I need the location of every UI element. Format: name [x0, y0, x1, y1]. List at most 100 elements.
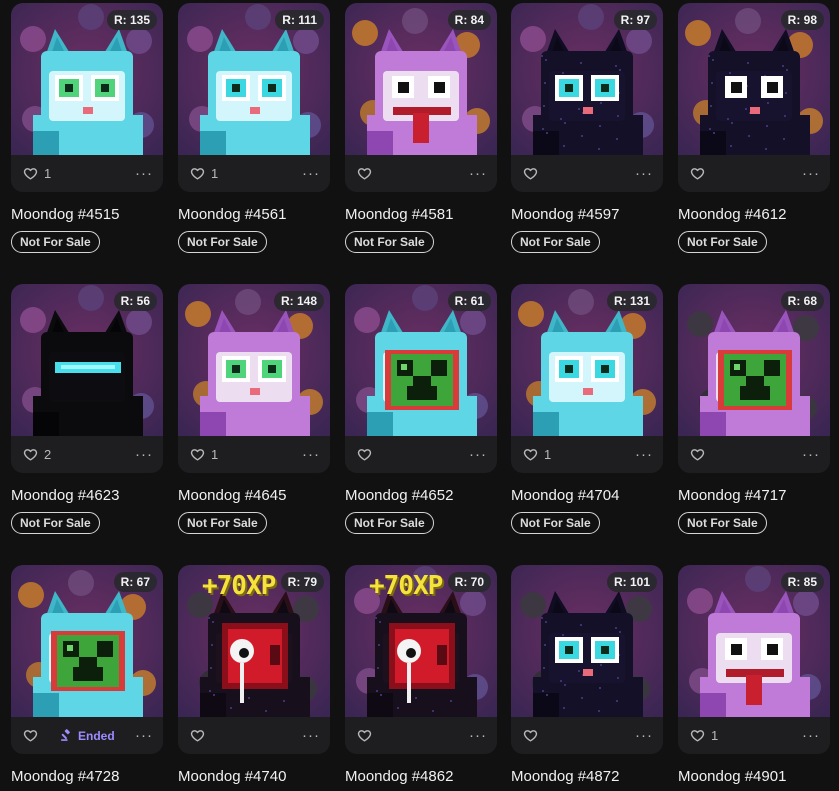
- nft-card[interactable]: R: 61 ··· Moondog #4652 Not For Sale: [345, 284, 497, 534]
- xp-overlay: +70XP: [202, 571, 276, 601]
- more-options-button[interactable]: ···: [469, 166, 487, 181]
- like-count: 1: [711, 728, 719, 743]
- nft-card[interactable]: R: 131 1 ··· Moondog #4704 Not For Sale: [511, 284, 663, 534]
- nft-name[interactable]: Moondog #4612: [678, 206, 830, 223]
- like-count: 2: [44, 447, 52, 462]
- nft-name[interactable]: Moondog #4862: [345, 768, 497, 785]
- rarity-rank-badge: R: 131: [606, 291, 657, 311]
- nft-name[interactable]: Moondog #4652: [345, 487, 497, 504]
- more-options-button[interactable]: ···: [469, 728, 487, 743]
- like-button[interactable]: 1: [190, 166, 218, 181]
- more-options-button[interactable]: ···: [635, 728, 653, 743]
- heart-icon: [523, 728, 538, 743]
- nft-card[interactable]: R: 97 ··· Moondog #4597 Not For Sale: [511, 3, 663, 253]
- heart-icon: [357, 728, 372, 743]
- nft-card[interactable]: R: 98 ··· Moondog #4612 Not For Sale: [678, 3, 830, 253]
- card-actions: ···: [678, 436, 830, 473]
- nft-card[interactable]: +70XP R: 70 ··· Moondog #4862: [345, 565, 497, 785]
- nft-name[interactable]: Moondog #4561: [178, 206, 330, 223]
- more-options-button[interactable]: ···: [135, 166, 153, 181]
- sale-status-badge: Not For Sale: [345, 512, 434, 534]
- more-options-button[interactable]: ···: [802, 166, 820, 181]
- more-options-button[interactable]: ···: [802, 728, 820, 743]
- card-actions: Ended ···: [11, 717, 163, 754]
- like-button[interactable]: [523, 728, 544, 743]
- nft-name[interactable]: Moondog #4704: [511, 487, 663, 504]
- like-count: 1: [44, 166, 52, 181]
- more-options-button[interactable]: ···: [302, 166, 320, 181]
- heart-icon: [523, 166, 538, 181]
- more-options-button[interactable]: ···: [302, 447, 320, 462]
- nft-tile[interactable]: R: 101 ···: [511, 565, 663, 754]
- nft-name[interactable]: Moondog #4740: [178, 768, 330, 785]
- like-button[interactable]: 1: [190, 447, 218, 462]
- nft-card[interactable]: R: 85 1 ··· Moondog #4901: [678, 565, 830, 785]
- card-actions: ···: [345, 717, 497, 754]
- nft-card[interactable]: R: 56 2 ··· Moondog #4623 Not For Sale: [11, 284, 163, 534]
- rarity-rank-badge: R: 148: [273, 291, 324, 311]
- nft-card[interactable]: R: 84 ··· Moondog #4581 Not For Sale: [345, 3, 497, 253]
- like-button[interactable]: [190, 728, 211, 743]
- heart-icon: [357, 447, 372, 462]
- more-options-button[interactable]: ···: [635, 447, 653, 462]
- nft-tile[interactable]: R: 111 1 ···: [178, 3, 330, 192]
- nft-tile[interactable]: R: 98 ···: [678, 3, 830, 192]
- nft-name[interactable]: Moondog #4597: [511, 206, 663, 223]
- rarity-rank-badge: R: 97: [613, 10, 657, 30]
- like-count: 1: [211, 447, 219, 462]
- like-button[interactable]: 2: [23, 447, 51, 462]
- more-options-button[interactable]: ···: [135, 728, 153, 743]
- nft-name[interactable]: Moondog #4728: [11, 768, 163, 785]
- nft-tile[interactable]: R: 84 ···: [345, 3, 497, 192]
- sale-status-badge: Not For Sale: [11, 231, 100, 253]
- more-options-button[interactable]: ···: [635, 166, 653, 181]
- nft-card[interactable]: R: 148 1 ··· Moondog #4645 Not For Sale: [178, 284, 330, 534]
- like-button[interactable]: [690, 166, 711, 181]
- nft-tile[interactable]: R: 85 1 ···: [678, 565, 830, 754]
- nft-name[interactable]: Moondog #4581: [345, 206, 497, 223]
- card-actions: ···: [678, 155, 830, 192]
- card-actions: 1 ···: [511, 436, 663, 473]
- nft-tile[interactable]: R: 97 ···: [511, 3, 663, 192]
- nft-card[interactable]: R: 135 1 ··· Moondog #4515 Not For Sale: [11, 3, 163, 253]
- nft-tile[interactable]: R: 135 1 ···: [11, 3, 163, 192]
- like-button[interactable]: 1: [523, 447, 551, 462]
- rarity-rank-badge: R: 135: [106, 10, 157, 30]
- nft-tile[interactable]: R: 61 ···: [345, 284, 497, 473]
- nft-card[interactable]: R: 101 ··· Moondog #4872: [511, 565, 663, 785]
- nft-tile[interactable]: R: 56 2 ···: [11, 284, 163, 473]
- sale-status-badge: Not For Sale: [11, 512, 100, 534]
- nft-card[interactable]: R: 67 Ended ··· Moondog #4728: [11, 565, 163, 785]
- like-button[interactable]: [357, 447, 378, 462]
- like-button[interactable]: [357, 166, 378, 181]
- heart-icon: [357, 166, 372, 181]
- like-button[interactable]: 1: [23, 166, 51, 181]
- nft-card[interactable]: R: 111 1 ··· Moondog #4561 Not For Sale: [178, 3, 330, 253]
- nft-name[interactable]: Moondog #4901: [678, 768, 830, 785]
- nft-tile[interactable]: R: 131 1 ···: [511, 284, 663, 473]
- nft-tile[interactable]: R: 148 1 ···: [178, 284, 330, 473]
- more-options-button[interactable]: ···: [802, 447, 820, 462]
- nft-name[interactable]: Moondog #4515: [11, 206, 163, 223]
- nft-card[interactable]: +70XP R: 79 ··· Moondog #4740: [178, 565, 330, 785]
- nft-name[interactable]: Moondog #4623: [11, 487, 163, 504]
- rarity-rank-badge: R: 56: [113, 291, 157, 311]
- like-button[interactable]: [690, 447, 711, 462]
- like-button[interactable]: [23, 728, 44, 743]
- heart-icon: [23, 728, 38, 743]
- heart-icon: [690, 728, 705, 743]
- nft-name[interactable]: Moondog #4717: [678, 487, 830, 504]
- like-button[interactable]: 1: [690, 728, 718, 743]
- like-button[interactable]: [357, 728, 378, 743]
- more-options-button[interactable]: ···: [469, 447, 487, 462]
- nft-card[interactable]: R: 68 ··· Moondog #4717 Not For Sale: [678, 284, 830, 534]
- more-options-button[interactable]: ···: [302, 728, 320, 743]
- like-button[interactable]: [523, 166, 544, 181]
- nft-name[interactable]: Moondog #4645: [178, 487, 330, 504]
- nft-name[interactable]: Moondog #4872: [511, 768, 663, 785]
- nft-tile[interactable]: R: 68 ···: [678, 284, 830, 473]
- nft-tile[interactable]: +70XP R: 79 ···: [178, 565, 330, 754]
- nft-tile[interactable]: R: 67 Ended ···: [11, 565, 163, 754]
- nft-tile[interactable]: +70XP R: 70 ···: [345, 565, 497, 754]
- more-options-button[interactable]: ···: [135, 447, 153, 462]
